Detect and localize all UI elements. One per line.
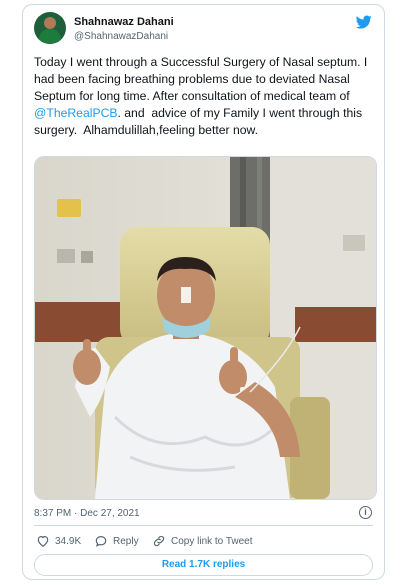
tweet-timestamp[interactable]: 8:37 PM · Dec 27, 2021 [34, 508, 140, 519]
tweet-photo[interactable] [34, 156, 377, 500]
read-replies-button[interactable]: Read 1.7K replies [34, 554, 373, 576]
like-count: 34.9K [55, 535, 82, 547]
like-button[interactable]: 34.9K [36, 532, 81, 550]
tweet-actions: 34.9K Reply Copy link to Tweet [34, 532, 373, 550]
link-icon [153, 535, 165, 547]
divider [34, 525, 373, 526]
reply-label: Reply [113, 535, 139, 547]
author-avatar[interactable] [34, 12, 66, 44]
copy-link-label: Copy link to Tweet [171, 535, 253, 547]
author-name[interactable]: Shahnawaz Dahani [74, 16, 174, 28]
author-handle[interactable]: @ShahnawazDahani [74, 31, 168, 42]
tweet-photo-image [35, 157, 376, 499]
info-icon[interactable]: i [359, 506, 372, 519]
reply-button[interactable]: Reply [94, 532, 139, 550]
tweet-header: Shahnawaz Dahani @ShahnawazDahani [34, 12, 373, 46]
mention-link[interactable]: @TheRealPCB [34, 106, 118, 120]
tweet-card: Shahnawaz Dahani @ShahnawazDahani Today … [22, 4, 385, 580]
copy-link-button[interactable]: Copy link to Tweet [152, 532, 253, 550]
tweet-text: Today I went through a Successful Surger… [34, 54, 379, 139]
tweet-text-part1: Today I went through a Successful Surger… [34, 55, 371, 103]
heart-icon [37, 536, 49, 547]
reply-bubble-icon [95, 536, 107, 547]
twitter-bird-icon[interactable] [355, 14, 373, 30]
